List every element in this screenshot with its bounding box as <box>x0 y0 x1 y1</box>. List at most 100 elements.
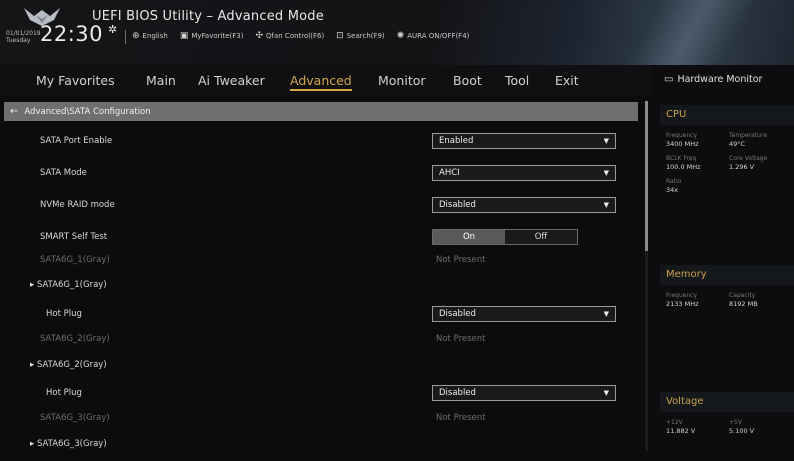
setting-row-hot-plug-2: Hot Plug Disabled ▼ <box>0 384 640 404</box>
cpu-temperature-label: Temperature <box>729 132 768 139</box>
dropdown-value: Disabled <box>439 309 476 319</box>
tab-monitor[interactable]: Monitor <box>378 73 426 88</box>
header-bar: UEFI BIOS Utility – Advanced Mode 01/01/… <box>0 0 794 65</box>
toggle-option-on[interactable]: On <box>433 230 505 244</box>
fan-icon: ✣ <box>255 31 263 41</box>
monitor-icon: ▭ <box>664 74 674 85</box>
cpu-section-title: CPU <box>660 105 794 125</box>
dropdown-arrow-icon: ▼ <box>603 169 609 177</box>
cpu-frequency-value: 3400 MHz <box>666 140 699 148</box>
memory-section-title: Memory <box>660 265 794 285</box>
cpu-frequency-label: Frequency <box>666 132 697 139</box>
cpu-temperature-value: 49°C <box>729 140 746 148</box>
aura-label: AURA ON/OFF(F4) <box>407 32 470 40</box>
v12-value: 11.882 V <box>666 427 696 435</box>
hardware-monitor-label: Hardware Monitor <box>677 74 763 85</box>
v5-label: +5V <box>729 419 742 426</box>
smart-self-test-toggle[interactable]: On Off <box>432 229 578 245</box>
port-status: Not Present <box>436 255 486 265</box>
qfan-control-button[interactable]: ✣ Qfan Control(F6) <box>255 31 324 41</box>
date-display: 01/01/2019 Tuesday <box>6 30 41 44</box>
tab-main[interactable]: Main <box>146 73 176 88</box>
back-arrow-icon[interactable]: ← <box>10 106 18 117</box>
hardware-monitor-title: ▭ Hardware Monitor <box>656 74 794 85</box>
search-icon: ⊡ <box>336 31 344 41</box>
ratio-value: 34x <box>666 186 679 194</box>
submenu-label: ▸ SATA6G_3(Gray) <box>30 439 107 449</box>
submenu-sata6g-3[interactable]: ▸ SATA6G_3(Gray) <box>0 435 640 455</box>
sata-mode-dropdown[interactable]: AHCI ▼ <box>432 165 616 181</box>
setting-label: Hot Plug <box>46 309 82 319</box>
breadcrumb[interactable]: ← Advanced\SATA Configuration <box>4 102 638 121</box>
setting-row-hot-plug-1: Hot Plug Disabled ▼ <box>0 305 640 325</box>
day-text: Tuesday <box>6 37 31 44</box>
clock-settings-gear-icon[interactable]: ✲ <box>108 23 117 36</box>
settings-scrollbar[interactable] <box>645 101 648 451</box>
setting-label: SATA Port Enable <box>40 136 113 146</box>
language-button[interactable]: ⊕ English <box>132 31 168 41</box>
date-text: 01/01/2019 <box>6 30 41 37</box>
hot-plug-2-dropdown[interactable]: Disabled ▼ <box>432 385 616 401</box>
myfavorite-label: MyFavorite(F3) <box>191 32 244 40</box>
dropdown-value: Enabled <box>439 136 474 146</box>
scrollbar-thumb[interactable] <box>645 101 648 251</box>
favorites-icon: ▣ <box>179 31 189 41</box>
setting-label: SATA6G_3(Gray) <box>40 413 110 423</box>
tab-my-favorites[interactable]: My Favorites <box>36 73 115 88</box>
memory-section: Memory Frequency 2133 MHz Capacity 8192 … <box>660 265 794 308</box>
voltage-section-title: Voltage <box>660 392 794 412</box>
dropdown-arrow-icon: ▼ <box>603 310 609 318</box>
setting-row-sata-port-enable: SATA Port Enable Enabled ▼ <box>0 132 640 152</box>
toggle-option-off[interactable]: Off <box>505 230 577 244</box>
core-voltage-label: Core Voltage <box>729 155 768 162</box>
voltage-section: Voltage +12V 11.882 V +5V 5.100 V <box>660 392 794 435</box>
submenu-label: ▸ SATA6G_1(Gray) <box>30 280 107 290</box>
memory-capacity-value: 8192 MB <box>729 300 758 308</box>
settings-panel: ← Advanced\SATA Configuration SATA Port … <box>0 95 652 461</box>
hot-plug-1-dropdown[interactable]: Disabled ▼ <box>432 306 616 322</box>
submenu-sata6g-2[interactable]: ▸ SATA6G_2(Gray) <box>0 356 640 376</box>
tab-boot[interactable]: Boot <box>453 73 482 88</box>
search-button[interactable]: ⊡ Search(F9) <box>336 31 385 41</box>
dropdown-arrow-icon: ▼ <box>603 389 609 397</box>
clock-time: 22:30 <box>40 22 104 46</box>
header-decoration <box>600 0 780 65</box>
setting-label: Hot Plug <box>46 388 82 398</box>
tab-ai-tweaker[interactable]: Ai Tweaker <box>198 73 265 88</box>
tab-advanced[interactable]: Advanced <box>290 73 352 91</box>
header-divider <box>125 30 126 44</box>
setting-row-nvme-raid-mode: NVMe RAID mode Disabled ▼ <box>0 196 640 216</box>
bclk-label: BCLK Freq <box>666 155 697 162</box>
submenu-label: ▸ SATA6G_2(Gray) <box>30 360 107 370</box>
myfavorite-button[interactable]: ▣ MyFavorite(F3) <box>180 31 244 41</box>
cpu-section: CPU Frequency 3400 MHz Temperature 49°C … <box>660 105 794 194</box>
port-status: Not Present <box>436 413 486 423</box>
breadcrumb-path: Advanced\SATA Configuration <box>24 106 151 117</box>
menu-tabs: My Favorites Main Ai Tweaker Advanced Mo… <box>0 65 652 95</box>
setting-row-sata6g-1-info: SATA6G_1(Gray) Not Present <box>0 251 640 271</box>
submenu-sata6g-1[interactable]: ▸ SATA6G_1(Gray) <box>0 276 640 296</box>
tab-exit[interactable]: Exit <box>555 73 579 88</box>
dropdown-value: Disabled <box>439 200 476 210</box>
port-status: Not Present <box>436 334 486 344</box>
bios-title: UEFI BIOS Utility – Advanced Mode <box>92 9 324 24</box>
ratio-label: Ratio <box>666 178 682 185</box>
search-label: Search(F9) <box>346 32 385 40</box>
setting-row-sata-mode: SATA Mode AHCI ▼ <box>0 164 640 184</box>
dropdown-arrow-icon: ▼ <box>603 137 609 145</box>
header-shortcuts: ⊕ English ▣ MyFavorite(F3) ✣ Qfan Contro… <box>132 31 469 41</box>
tab-tool[interactable]: Tool <box>505 73 529 88</box>
setting-label: NVMe RAID mode <box>40 200 115 210</box>
qfan-control-label: Qfan Control(F6) <box>266 32 325 40</box>
bclk-value: 100.0 MHz <box>666 163 701 171</box>
hardware-monitor-panel: ▭ Hardware Monitor CPU Frequency 3400 MH… <box>656 65 794 461</box>
sata-port-enable-dropdown[interactable]: Enabled ▼ <box>432 133 616 149</box>
setting-label: SATA6G_1(Gray) <box>40 255 110 265</box>
aura-icon: ✺ <box>396 31 405 41</box>
nvme-raid-mode-dropdown[interactable]: Disabled ▼ <box>432 197 616 213</box>
dropdown-value: AHCI <box>439 168 460 178</box>
setting-label: SATA Mode <box>40 168 87 178</box>
aura-toggle-button[interactable]: ✺ AURA ON/OFF(F4) <box>397 31 470 41</box>
memory-capacity-label: Capacity <box>729 292 756 299</box>
v5-value: 5.100 V <box>729 427 755 435</box>
